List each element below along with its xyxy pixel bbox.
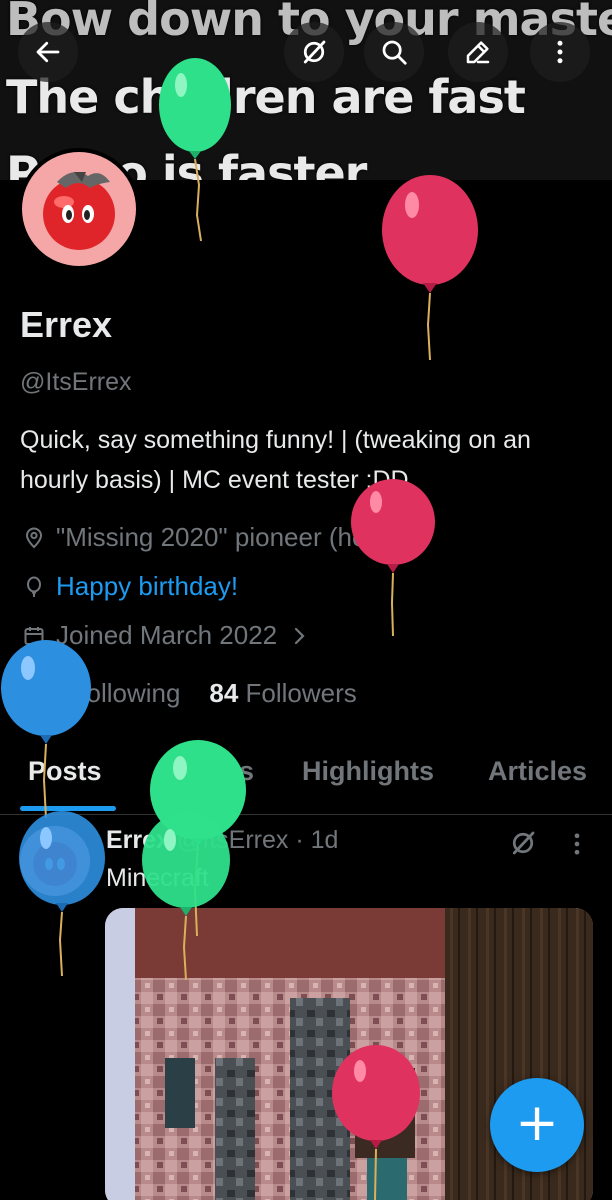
- profile-location: "Missing 2020" pioneer (he/him: [22, 522, 416, 553]
- avatar-image: [22, 152, 136, 266]
- banner-text-line: The children are fast: [6, 70, 526, 124]
- more-vertical-icon[interactable]: [566, 830, 588, 858]
- following-link[interactable]: 400 Following: [20, 678, 180, 708]
- search-button[interactable]: [364, 22, 424, 82]
- profile-birthday: Happy birthday!: [22, 571, 238, 602]
- profile-avatar[interactable]: [18, 148, 140, 270]
- search-icon: [382, 40, 407, 65]
- tab-highlights[interactable]: Highlights: [302, 756, 434, 787]
- balloon-decoration: [351, 479, 435, 637]
- balloon-icon: [27, 576, 41, 597]
- followers-label: Followers: [245, 678, 357, 708]
- profile-tabs: Posts Replies Highlights Articles: [0, 756, 612, 815]
- following-label: Following: [70, 678, 181, 708]
- back-arrow-icon: [36, 41, 60, 63]
- tab-articles[interactable]: Articles: [488, 756, 587, 787]
- calendar-icon: [24, 626, 44, 645]
- profile-screen: Bow down to your master The children are…: [0, 0, 612, 1200]
- post-author-name[interactable]: Errex: [106, 826, 170, 854]
- balloon-decoration: [382, 175, 478, 361]
- active-tab-indicator: [20, 806, 116, 811]
- post-text: Minecraft: [106, 864, 209, 892]
- more-options-button[interactable]: [530, 22, 590, 82]
- profile-bio: Quick, say something funny! | (tweaking …: [20, 426, 531, 494]
- back-button[interactable]: [18, 22, 78, 82]
- chevron-right-icon: [295, 627, 305, 644]
- location-text: "Missing 2020" pioneer (he/him: [56, 522, 416, 552]
- post-author-handle[interactable]: @ItsErrex: [177, 826, 289, 854]
- follow-stats: 400 Following 84 Followers: [20, 678, 357, 709]
- profile-name: Errex: [20, 304, 113, 345]
- grok-icon[interactable]: [508, 828, 538, 858]
- more-vertical-icon: [557, 40, 563, 64]
- tab-replies[interactable]: Replies: [158, 756, 254, 787]
- post-header: Errex @ItsErrex · 1d: [106, 826, 338, 855]
- profile-joined[interactable]: Joined March 2022: [22, 620, 311, 651]
- post-separator: ·: [295, 826, 304, 854]
- profile-handle: @ItsErrex: [20, 368, 132, 396]
- post-author-avatar[interactable]: [20, 826, 90, 896]
- location-pin-icon: [25, 527, 43, 548]
- plus-icon: +: [515, 1093, 559, 1153]
- post-time[interactable]: 1d: [311, 826, 339, 854]
- tab-posts[interactable]: Posts: [28, 756, 102, 787]
- joined-text: Joined March 2022: [56, 620, 278, 650]
- grok-icon: [303, 40, 326, 64]
- following-count: 400: [20, 678, 64, 708]
- edit-icon: [466, 41, 490, 64]
- compose-post-button[interactable]: +: [490, 1078, 584, 1172]
- followers-link[interactable]: 84 Followers: [209, 678, 356, 708]
- birthday-link[interactable]: Happy birthday!: [56, 571, 238, 602]
- followers-count: 84: [209, 678, 239, 708]
- grok-button[interactable]: [284, 22, 344, 82]
- edit-button[interactable]: [448, 22, 508, 82]
